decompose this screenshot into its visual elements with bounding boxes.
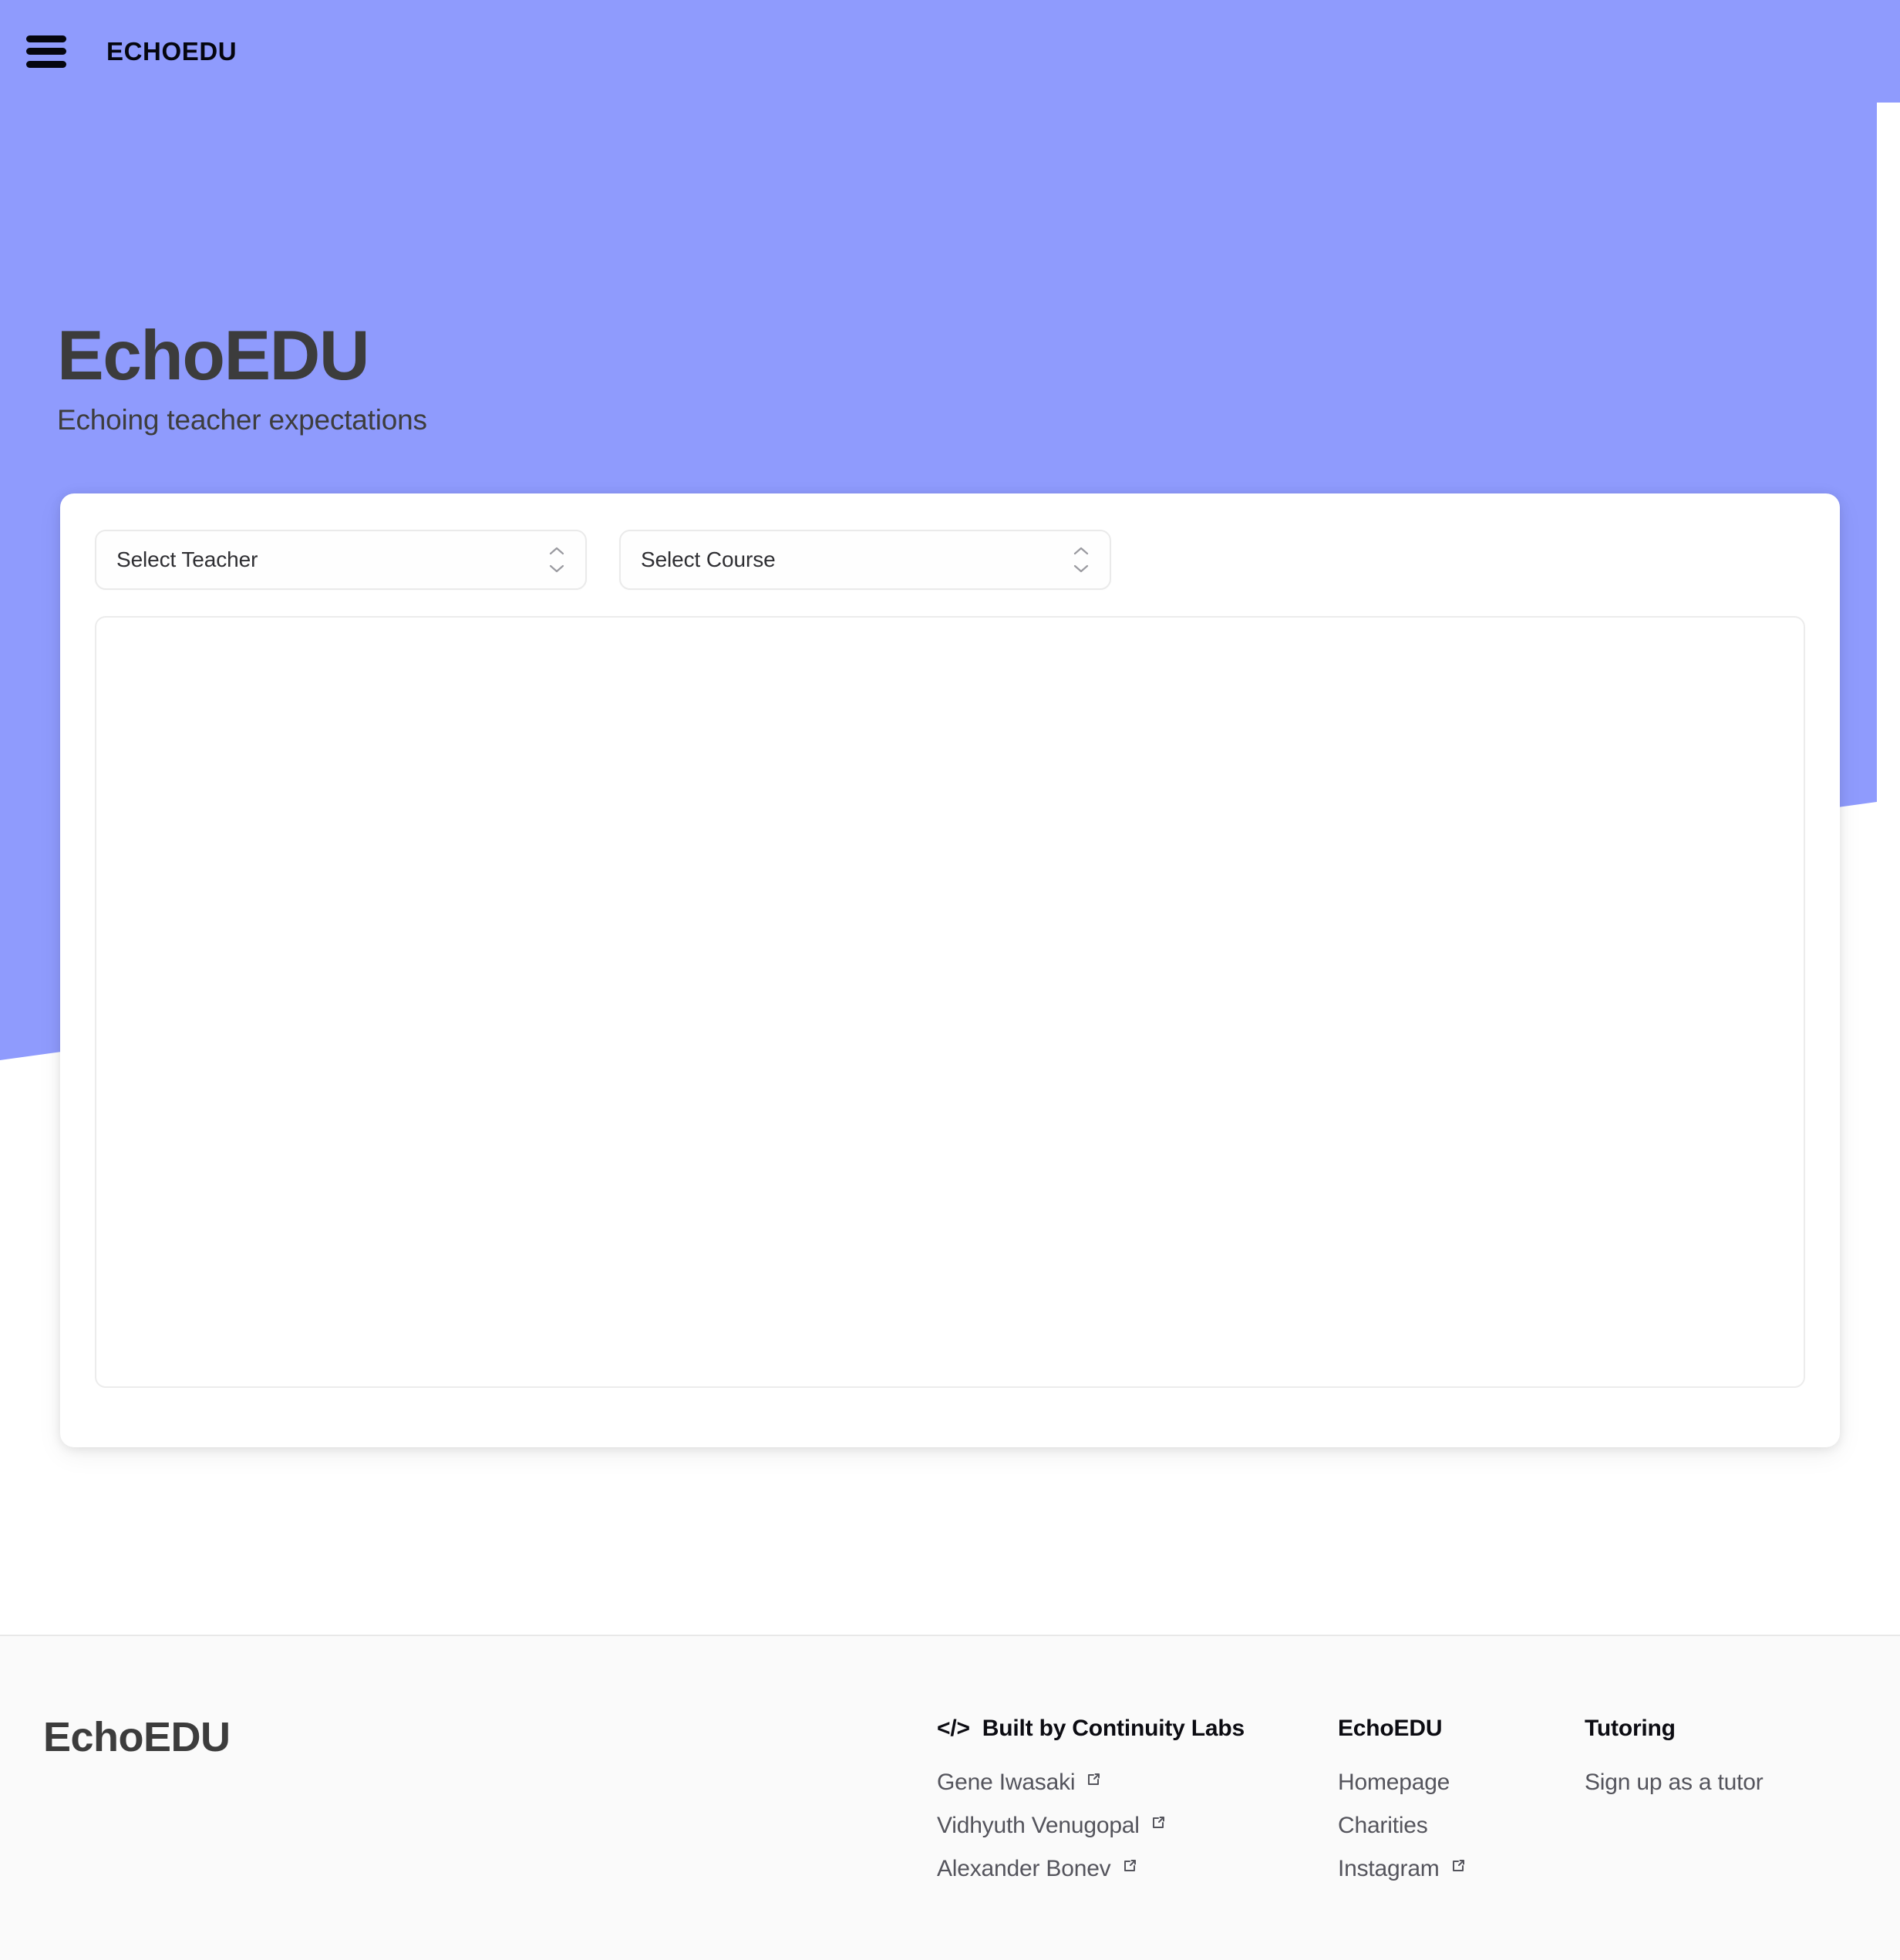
footer-link-gene-iwasaki[interactable]: Gene Iwasaki bbox=[937, 1761, 1338, 1804]
external-link-icon bbox=[1120, 1857, 1139, 1875]
page-footer: EchoEDU </> Built by Continuity Labs Gen… bbox=[0, 1635, 1900, 1960]
hamburger-menu-icon[interactable] bbox=[26, 35, 66, 68]
footer-column-heading-label: Built by Continuity Labs bbox=[982, 1716, 1245, 1741]
footer-link-vidhyuth-venugopal[interactable]: Vidhyuth Venugopal bbox=[937, 1804, 1338, 1847]
footer-link-instagram[interactable]: Instagram bbox=[1338, 1847, 1585, 1891]
footer-link-columns: </> Built by Continuity Labs Gene Iwasak… bbox=[937, 1713, 1893, 1891]
footer-link-label: Homepage bbox=[1338, 1770, 1450, 1795]
footer-column-heading: </> Built by Continuity Labs bbox=[937, 1713, 1338, 1744]
external-link-icon bbox=[1449, 1857, 1467, 1875]
results-content-panel bbox=[95, 616, 1805, 1388]
hamburger-bar-2 bbox=[26, 48, 66, 55]
select-teacher-dropdown[interactable]: Select Teacher bbox=[95, 530, 587, 590]
footer-link-homepage[interactable]: Homepage bbox=[1338, 1761, 1585, 1804]
page-title: EchoEDU bbox=[57, 317, 370, 395]
page-root: ECHOEDU EchoEDU Echoing teacher expectat… bbox=[0, 0, 1900, 1960]
footer-column-links: Sign up as a tutor bbox=[1585, 1761, 1893, 1804]
footer-column-links: Gene Iwasaki Vidhyuth Venugopal Alexande… bbox=[937, 1761, 1338, 1891]
footer-column-heading-label: Tutoring bbox=[1585, 1716, 1676, 1741]
select-teacher-label: Select Teacher bbox=[116, 547, 258, 571]
footer-column-heading: EchoEDU bbox=[1338, 1713, 1585, 1744]
hamburger-bar-3 bbox=[26, 60, 66, 68]
select-course-dropdown[interactable]: Select Course bbox=[619, 530, 1111, 590]
footer-link-label: Instagram bbox=[1338, 1856, 1440, 1881]
footer-link-label: Alexander Bonev bbox=[937, 1856, 1111, 1881]
footer-link-label: Charities bbox=[1338, 1813, 1428, 1838]
footer-column-echoedu: EchoEDU Homepage Charities Instagram bbox=[1338, 1713, 1585, 1891]
footer-link-label: Vidhyuth Venugopal bbox=[937, 1813, 1140, 1838]
code-brackets-icon: </> bbox=[937, 1716, 970, 1741]
select-course-label: Select Course bbox=[641, 547, 776, 571]
selection-controls-row: Select Teacher Select Course bbox=[95, 530, 1805, 590]
main-card: Select Teacher Select Course bbox=[60, 493, 1840, 1447]
chevron-updown-icon bbox=[1073, 546, 1090, 574]
footer-link-sign-up-as-a-tutor[interactable]: Sign up as a tutor bbox=[1585, 1761, 1893, 1804]
external-link-icon bbox=[1149, 1814, 1167, 1832]
hero-section: EchoEDU Echoing teacher expectations bbox=[57, 319, 427, 436]
footer-column-tutoring: Tutoring Sign up as a tutor bbox=[1585, 1713, 1893, 1891]
footer-link-charities[interactable]: Charities bbox=[1338, 1804, 1585, 1847]
page-subtitle: Echoing teacher expectations bbox=[57, 403, 427, 436]
footer-column-heading-label: EchoEDU bbox=[1338, 1716, 1443, 1741]
footer-column-built-by: </> Built by Continuity Labs Gene Iwasak… bbox=[937, 1713, 1338, 1891]
external-link-icon bbox=[1084, 1770, 1103, 1789]
footer-brand-label: EchoEDU bbox=[43, 1714, 231, 1760]
footer-column-heading: Tutoring bbox=[1585, 1713, 1893, 1744]
top-navigation-bar: ECHOEDU bbox=[0, 0, 1900, 103]
footer-column-links: Homepage Charities Instagram bbox=[1338, 1761, 1585, 1891]
footer-link-alexander-bonev[interactable]: Alexander Bonev bbox=[937, 1847, 1338, 1891]
nav-brand-label[interactable]: ECHOEDU bbox=[106, 37, 237, 66]
footer-link-label: Sign up as a tutor bbox=[1585, 1770, 1764, 1795]
hamburger-bar-1 bbox=[26, 35, 66, 42]
chevron-updown-icon bbox=[548, 546, 565, 574]
footer-link-label: Gene Iwasaki bbox=[937, 1770, 1076, 1795]
